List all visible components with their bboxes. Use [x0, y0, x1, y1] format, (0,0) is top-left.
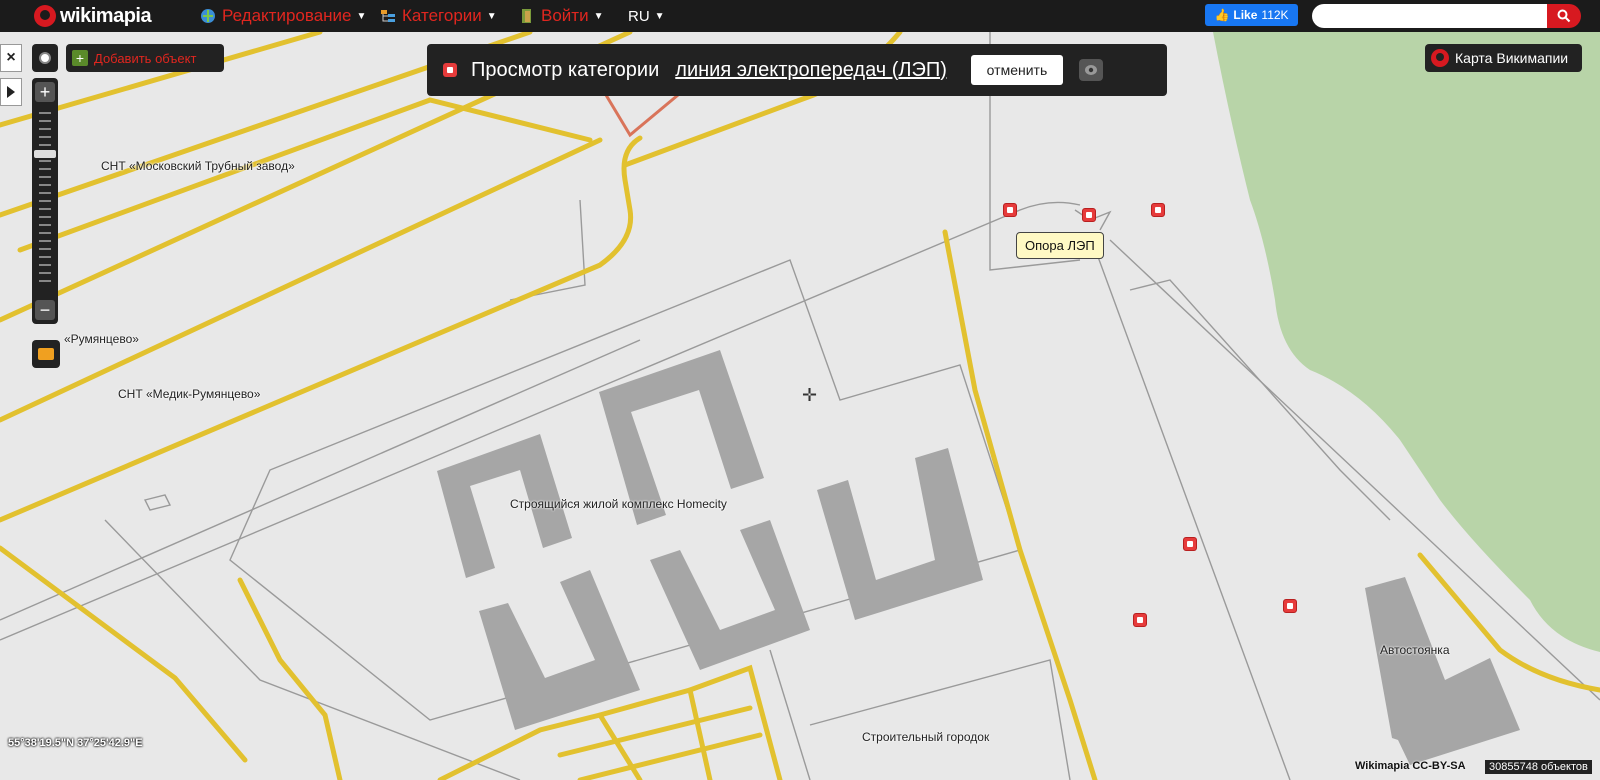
label-stroitelny[interactable]: Строительный городок [862, 730, 989, 744]
eye-icon [1084, 65, 1097, 75]
category-view-banner: Просмотр категории линия электропередач … [427, 44, 1167, 96]
power-tower-marker[interactable] [1003, 203, 1017, 217]
menu-language[interactable]: RU ▼ [628, 0, 665, 32]
thumbs-up-icon: 👍 [1214, 8, 1230, 22]
my-location-button[interactable] [32, 44, 58, 72]
wikimapia-logo-icon [34, 5, 56, 27]
play-arrow-icon [7, 86, 15, 98]
zoom-scale[interactable] [39, 112, 51, 288]
facebook-like-button[interactable]: 👍 Like 112K [1205, 4, 1298, 26]
zoom-control: + − [32, 78, 58, 324]
parking-building [1365, 577, 1520, 765]
categories-icon [381, 10, 395, 22]
power-tower-marker[interactable] [1133, 613, 1147, 627]
menu-login[interactable]: Войти ▼ [519, 0, 603, 32]
zoom-out-button[interactable]: − [35, 300, 55, 320]
label-homecity[interactable]: Строящийся жилой комплекс Homecity [510, 497, 727, 511]
close-icon: × [6, 49, 16, 66]
edit-globe-icon [201, 9, 215, 23]
chevron-down-icon: ▼ [654, 10, 665, 22]
logo-text: wikimapia [60, 4, 152, 27]
zoom-slider-thumb[interactable] [34, 150, 56, 158]
cancel-button[interactable]: отменить [970, 55, 1063, 85]
menu-edit[interactable]: Редактирование ▼ [200, 0, 366, 32]
zoom-in-button[interactable]: + [35, 82, 55, 102]
login-door-icon [522, 9, 531, 23]
power-tower-marker[interactable] [1082, 208, 1096, 222]
menu-categories[interactable]: Категории ▼ [380, 0, 497, 32]
copyright-text[interactable]: Wikimapia CC-BY-SA [1355, 760, 1466, 772]
menu-login-label: Войти [541, 6, 589, 25]
search-button[interactable] [1547, 4, 1581, 28]
chevron-down-icon: ▼ [486, 10, 497, 22]
add-object-button[interactable]: + Добавить объект [66, 44, 224, 72]
map-center-crosshair: ✛ [802, 385, 818, 405]
menu-categories-label: Категории [402, 6, 482, 25]
label-snt-medik[interactable]: СНТ «Медик-Румянцево» [118, 387, 260, 401]
category-link[interactable]: линия электропередач (ЛЭП) [675, 59, 947, 82]
map-canvas[interactable]: СНТ «Московский Трубный завод» «Румянцев… [0, 32, 1600, 780]
poi-marker-rumyantsevo[interactable] [32, 340, 60, 368]
map-type-switch[interactable]: Карта Викимапии [1425, 44, 1582, 72]
map-svg [0, 32, 1600, 780]
category-icon [443, 63, 457, 77]
add-object-label: Добавить объект [94, 50, 197, 66]
wikimapia-map-icon [1431, 49, 1449, 67]
search-icon [1557, 9, 1571, 23]
menu-language-label: RU [628, 7, 650, 25]
object-count: 30855748 объектов [1485, 760, 1592, 774]
forest-area [1213, 32, 1600, 652]
homecity-buildings [437, 350, 983, 730]
fb-like-count: 112K [1261, 8, 1289, 22]
add-plus-icon: + [72, 50, 88, 66]
toggle-visibility-button[interactable] [1078, 59, 1103, 81]
chevron-down-icon: ▼ [593, 10, 604, 22]
coordinates-readout: 55°38'19.5"N 37°25'42.9"E [8, 737, 143, 749]
power-tower-marker[interactable] [1183, 537, 1197, 551]
banner-prefix: Просмотр категории [471, 58, 660, 81]
object-tooltip: Опора ЛЭП [1016, 232, 1104, 259]
label-autostoyanka[interactable]: Автостоянка [1380, 643, 1450, 657]
label-rumyantsevo[interactable]: «Румянцево» [64, 332, 139, 346]
chevron-down-icon: ▼ [356, 10, 367, 22]
power-tower-marker[interactable] [1151, 203, 1165, 217]
top-bar: wikimapia Редактирование ▼ Категории ▼ В… [0, 0, 1600, 32]
fb-like-label: Like [1233, 8, 1258, 22]
expand-panel-button[interactable] [0, 78, 22, 106]
map-switch-label: Карта Викимапии [1455, 50, 1569, 66]
location-icon [39, 52, 51, 64]
building-icon [38, 348, 54, 360]
wikimapia-logo[interactable]: wikimapia [34, 4, 152, 28]
power-tower-marker[interactable] [1283, 599, 1297, 613]
search-input[interactable] [1312, 4, 1547, 28]
label-snt-trubny[interactable]: СНТ «Московский Трубный завод» [101, 159, 295, 173]
menu-edit-label: Редактирование [222, 6, 352, 25]
close-panel-button[interactable]: × [0, 44, 22, 72]
